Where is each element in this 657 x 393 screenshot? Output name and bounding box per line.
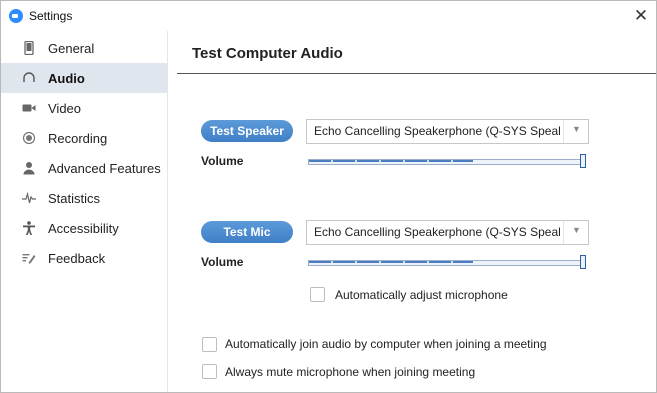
sidebar-item-general[interactable]: General [1, 33, 167, 63]
close-icon[interactable]: ✕ [630, 5, 652, 27]
title-divider [177, 73, 656, 74]
record-icon [22, 131, 36, 145]
zoom-app-icon [9, 9, 23, 23]
user-icon [23, 162, 35, 175]
slider-thumb[interactable] [580, 255, 586, 269]
mic-device-select[interactable]: Echo Cancelling Speakerphone (Q-SYS Spea… [306, 220, 589, 245]
sidebar-item-label: Video [48, 101, 82, 116]
title-bar: Settings ✕ [1, 1, 656, 31]
mic-device-value: Echo Cancelling Speakerphone (Q-SYS Spea… [314, 225, 560, 239]
dropdown-arrow: ▼ [563, 120, 588, 143]
window-title: Settings [29, 9, 73, 23]
sidebar-item-accessibility[interactable]: Accessibility [1, 213, 167, 243]
accessibility-icon [23, 221, 35, 235]
speaker-device-select[interactable]: Echo Cancelling Speakerphone (Q-SYS Spea… [306, 119, 589, 144]
page-title: Test Computer Audio [192, 45, 343, 62]
sidebar-item-audio[interactable]: Audio [1, 63, 167, 93]
headphones-icon [23, 72, 35, 82]
sidebar-item-recording[interactable]: Recording [1, 123, 167, 153]
sidebar-item-label: Accessibility [48, 221, 119, 236]
test-mic-button[interactable]: Test Mic [201, 221, 293, 243]
sidebar-item-label: Audio [48, 71, 85, 86]
always-mute-mic-label: Always mute microphone when joining meet… [225, 365, 476, 379]
speaker-volume-slider[interactable] [308, 154, 586, 168]
auto-join-audio-label: Automatically join audio by computer whe… [225, 337, 547, 351]
sidebar-item-label: General [48, 41, 95, 56]
sidebar-item-label: Feedback [48, 251, 106, 266]
sidebar-item-feedback[interactable]: Feedback [1, 243, 167, 273]
sidebar: General Audio Video Recording Advanced F… [1, 31, 168, 392]
sidebar-item-advanced-features[interactable]: Advanced Features [1, 153, 167, 183]
feedback-icon [22, 254, 36, 264]
dropdown-arrow: ▼ [563, 221, 588, 244]
sidebar-item-label: Recording [48, 131, 108, 146]
auto-adjust-mic-checkbox[interactable] [310, 287, 325, 302]
phone-icon [24, 41, 34, 55]
video-camera-icon [22, 104, 36, 112]
auto-join-audio-checkbox[interactable] [202, 337, 217, 352]
always-mute-mic-checkbox[interactable] [202, 364, 217, 379]
slider-fill [309, 261, 473, 263]
test-speaker-button[interactable]: Test Speaker [201, 120, 293, 142]
chevron-down-icon: ▼ [572, 124, 581, 134]
speaker-volume-label: Volume [201, 154, 244, 168]
speaker-device-value: Echo Cancelling Speakerphone (Q-SYS Spea… [314, 124, 560, 138]
mic-volume-slider[interactable] [308, 255, 586, 269]
sidebar-item-video[interactable]: Video [1, 93, 167, 123]
pulse-icon [22, 191, 36, 204]
slider-fill [309, 160, 473, 162]
slider-thumb[interactable] [580, 154, 586, 168]
settings-window: Settings ✕ General Audio Video Recording… [0, 0, 657, 393]
chevron-down-icon: ▼ [572, 225, 581, 235]
sidebar-item-label: Statistics [48, 191, 101, 206]
mic-volume-label: Volume [201, 255, 244, 269]
auto-adjust-mic-label: Automatically adjust microphone [335, 288, 508, 302]
sidebar-item-label: Advanced Features [48, 161, 161, 176]
sidebar-item-statistics[interactable]: Statistics [1, 183, 167, 213]
